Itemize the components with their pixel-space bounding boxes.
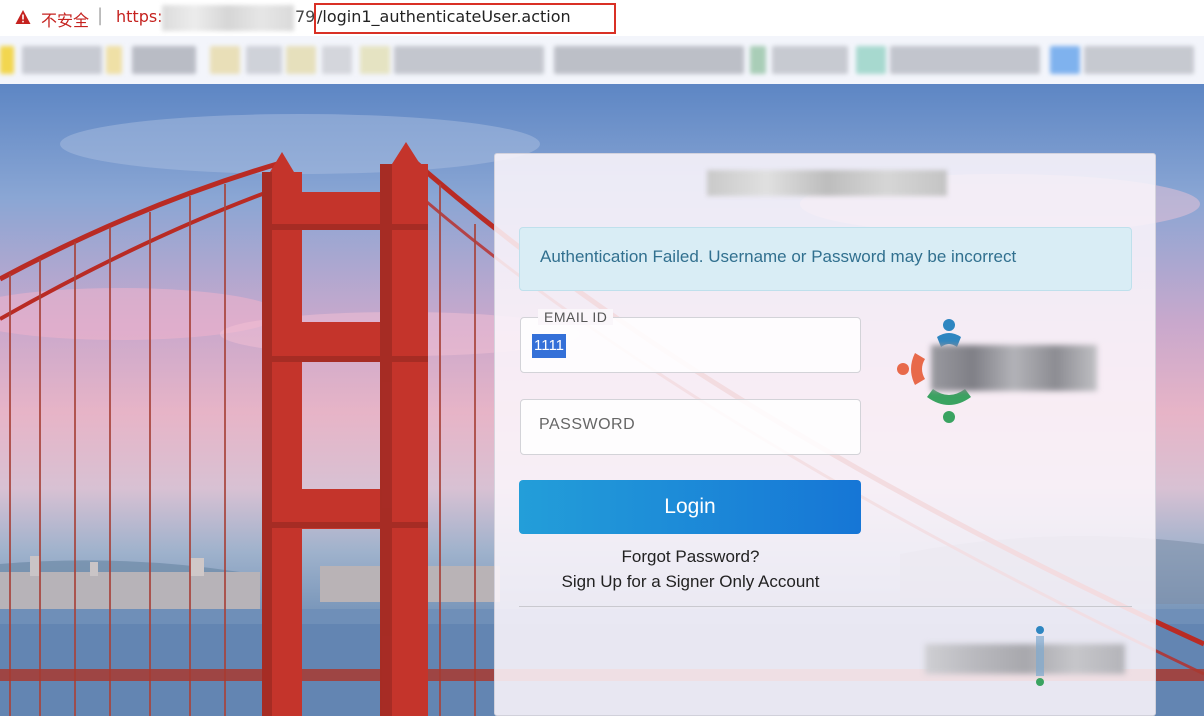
bookmark-item[interactable] [210,46,240,74]
auth-failed-alert: Authentication Failed. Username or Passw… [519,227,1132,291]
bookmark-item[interactable] [322,46,352,74]
security-warning-label[interactable]: 不安全 [41,7,89,31]
panel-divider [519,606,1132,607]
bookmark-item[interactable] [360,46,390,74]
url-highlight-box [314,3,616,34]
footer-logo [925,624,1135,688]
app-title-redacted [707,170,947,196]
logo-text-redacted [931,345,1097,391]
company-logo [897,317,1097,427]
login-page-background: Authentication Failed. Username or Passw… [0,84,1204,716]
bookmark-item[interactable] [890,46,1040,74]
bookmark-item[interactable] [22,46,102,74]
bookmark-item[interactable] [1084,46,1194,74]
password-field[interactable]: PASSWORD [520,399,861,455]
email-input-value[interactable]: 1111 [532,334,567,358]
forgot-password-link[interactable]: Forgot Password? [520,547,861,567]
bookmark-item[interactable] [286,46,316,74]
footer-figure-icon [1036,626,1044,686]
url-port: 79 [295,7,316,26]
login-panel: Authentication Failed. Username or Passw… [494,153,1156,716]
bookmark-item[interactable] [554,46,744,74]
bookmark-item[interactable] [856,46,886,74]
email-field[interactable]: EMAIL ID 1111 [520,309,861,373]
bookmark-item[interactable] [106,46,122,74]
address-bar[interactable]: 不安全 | https: 79 /login1_authenticateUser… [0,0,1204,36]
signup-signer-link[interactable]: Sign Up for a Signer Only Account [520,572,861,592]
url-separator: | [97,5,104,26]
bookmark-item[interactable] [246,46,282,74]
warning-icon [15,10,31,24]
login-button[interactable]: Login [519,480,861,534]
password-placeholder: PASSWORD [539,416,636,433]
bookmark-item[interactable] [750,46,766,74]
bookmark-item[interactable] [1050,46,1080,74]
bookmark-item[interactable] [772,46,848,74]
bookmark-item[interactable] [132,46,196,74]
email-label: EMAIL ID [538,309,614,325]
url-scheme: https: [116,7,163,26]
url-host-redacted [162,5,294,31]
bookmark-item[interactable] [394,46,544,74]
bookmark-item[interactable] [0,46,14,74]
bookmarks-bar [0,36,1204,84]
